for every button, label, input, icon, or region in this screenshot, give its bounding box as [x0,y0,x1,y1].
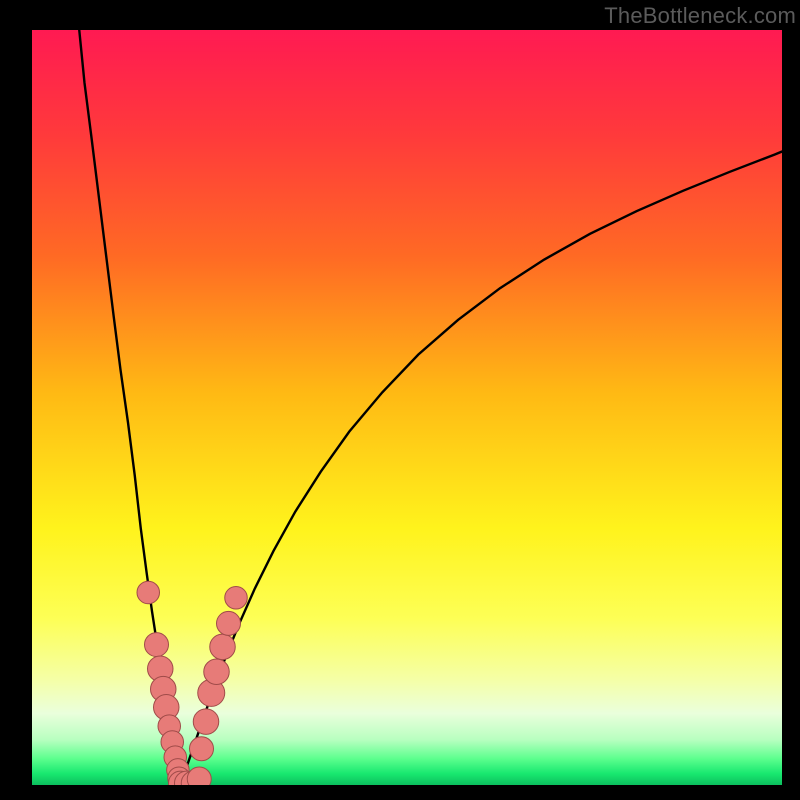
watermark-text: TheBottleneck.com [604,3,796,29]
data-bead [210,634,236,660]
data-bead [145,633,169,657]
data-bead [225,587,248,610]
data-bead [217,611,241,635]
data-bead [137,581,160,604]
data-bead [204,659,230,685]
data-bead [193,709,219,735]
chart-svg [32,30,782,785]
plot-area [32,30,782,785]
curve-right-branch [181,152,783,784]
data-bead [187,767,211,785]
outer-frame: TheBottleneck.com [0,0,800,800]
data-bead [190,737,214,761]
